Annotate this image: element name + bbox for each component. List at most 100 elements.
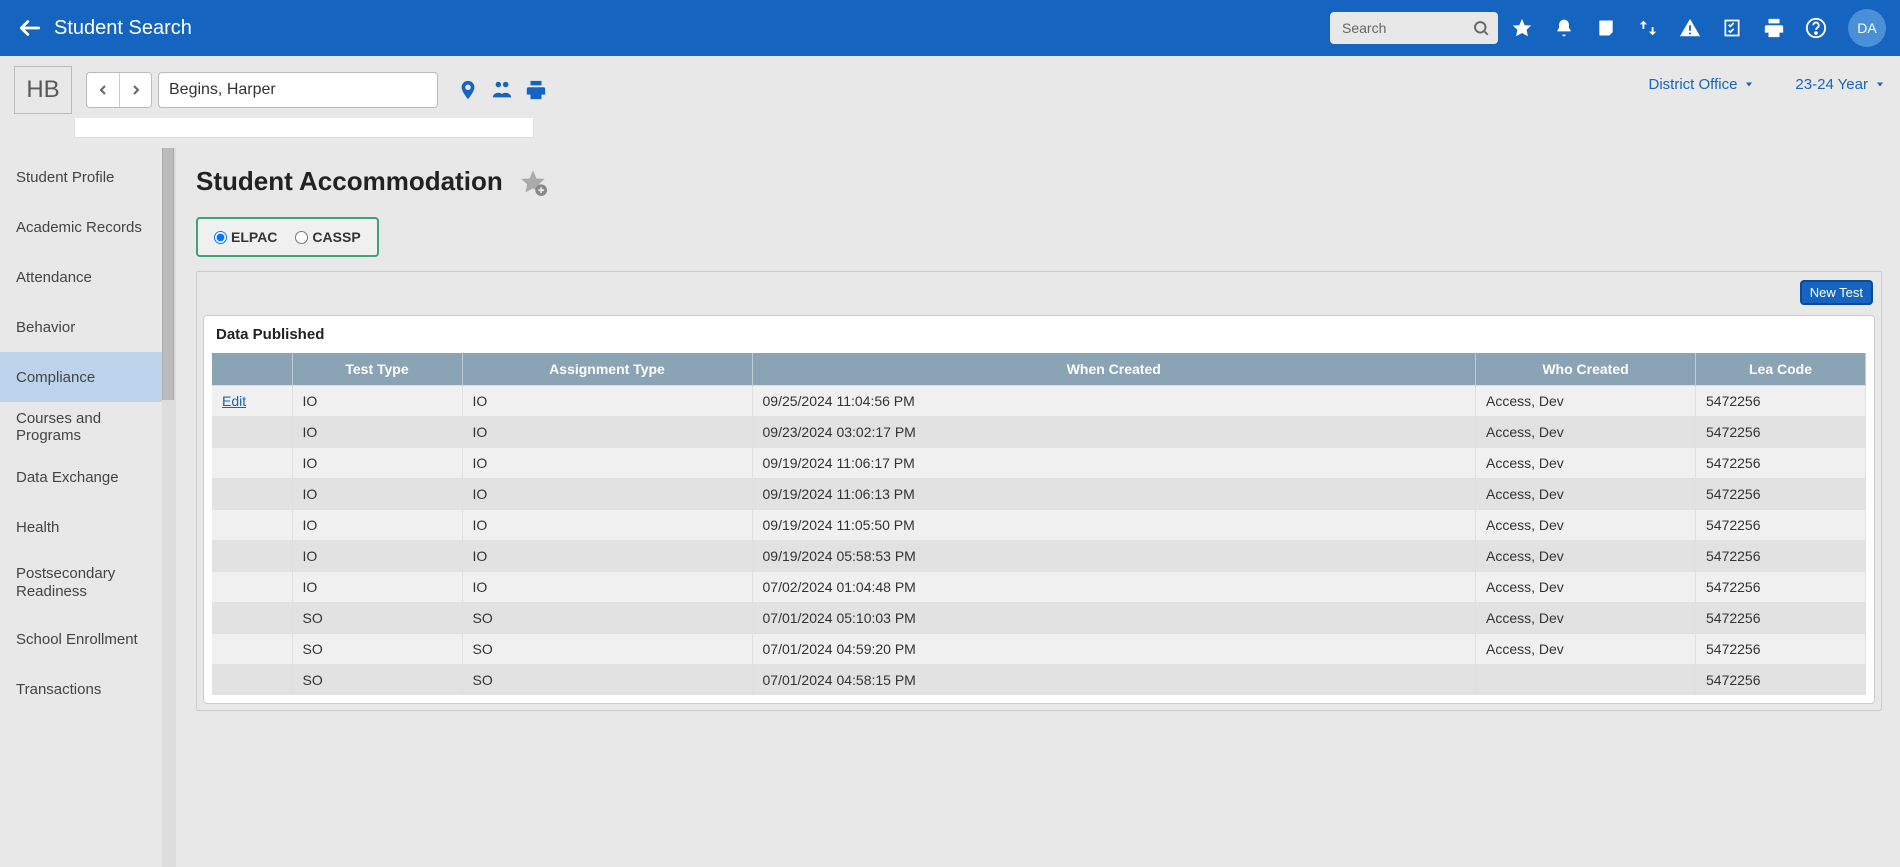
- cell-lea-code: 5472256: [1696, 665, 1866, 696]
- cell-test-type: IO: [292, 479, 462, 510]
- sidebar-item-label: Behavior: [16, 319, 75, 336]
- edit-link[interactable]: Edit: [212, 386, 292, 417]
- year-dropdown[interactable]: 23-24 Year: [1795, 76, 1886, 93]
- edit-link: [212, 541, 292, 572]
- table-row: IOIO09/19/2024 11:06:13 PMAccess, Dev547…: [212, 479, 1866, 510]
- cell-assignment-type: IO: [462, 448, 752, 479]
- exchange-icon: [1637, 17, 1659, 39]
- cell-who-created: Access, Dev: [1476, 510, 1696, 541]
- cell-when-created: 07/01/2024 04:59:20 PM: [752, 634, 1476, 665]
- sidebar-item-health[interactable]: Health▶: [0, 502, 176, 552]
- global-search-button[interactable]: [1470, 17, 1492, 39]
- cell-assignment-type: IO: [462, 572, 752, 603]
- alerts-button[interactable]: [1678, 16, 1702, 40]
- sidebar-item-label: Postsecondary Readiness: [16, 565, 160, 601]
- sidebar-item-academic-records[interactable]: Academic Records▶: [0, 202, 176, 252]
- radio-label: ELPAC: [231, 229, 277, 245]
- print-button[interactable]: [1762, 16, 1786, 40]
- student-dropdown-panel: [74, 118, 534, 138]
- topbar: Student Search DA: [0, 0, 1900, 56]
- cell-assignment-type: SO: [462, 603, 752, 634]
- checklist-button[interactable]: [1720, 16, 1744, 40]
- table-row: SOSO07/01/2024 04:58:15 PM5472256: [212, 665, 1866, 696]
- cell-who-created: Access, Dev: [1476, 386, 1696, 417]
- cell-test-type: IO: [292, 541, 462, 572]
- star-add-icon: [519, 168, 547, 196]
- sidebar-item-compliance[interactable]: Compliance▶: [0, 352, 176, 402]
- cell-who-created: Access, Dev: [1476, 572, 1696, 603]
- column-header[interactable]: [212, 353, 292, 386]
- cell-when-created: 09/19/2024 11:06:17 PM: [752, 448, 1476, 479]
- page-title: Student Accommodation: [196, 166, 503, 197]
- sidebar-item-attendance[interactable]: Attendance▶: [0, 252, 176, 302]
- edit-link: [212, 634, 292, 665]
- student-family-button[interactable]: [490, 78, 514, 102]
- favorite-page-button[interactable]: [519, 168, 547, 196]
- edit-link: [212, 665, 292, 696]
- sidebar-item-label: Data Exchange: [16, 469, 119, 486]
- student-name-input[interactable]: [158, 72, 438, 108]
- column-header[interactable]: Assignment Type: [462, 353, 752, 386]
- radio-input[interactable]: [214, 231, 227, 244]
- map-pin-icon: [457, 79, 479, 101]
- sidebar-item-courses-and-programs[interactable]: Courses and Programs▶: [0, 402, 176, 452]
- cell-lea-code: 5472256: [1696, 634, 1866, 665]
- cell-when-created: 09/25/2024 11:04:56 PM: [752, 386, 1476, 417]
- column-header[interactable]: Who Created: [1476, 353, 1696, 386]
- sidebar-item-label: Student Profile: [16, 169, 114, 186]
- table-row: IOIO07/02/2024 01:04:48 PMAccess, Dev547…: [212, 572, 1866, 603]
- student-initials-chip[interactable]: HB: [14, 66, 72, 114]
- cell-test-type: IO: [292, 510, 462, 541]
- table-row: IOIO09/23/2024 03:02:17 PMAccess, Dev547…: [212, 417, 1866, 448]
- cell-lea-code: 5472256: [1696, 386, 1866, 417]
- user-avatar[interactable]: DA: [1848, 9, 1886, 47]
- sidebar: Student Profile▶Academic Records▶Attenda…: [0, 148, 176, 867]
- cell-who-created: Access, Dev: [1476, 479, 1696, 510]
- table-row: IOIO09/19/2024 11:05:50 PMAccess, Dev547…: [212, 510, 1866, 541]
- sidebar-item-school-enrollment[interactable]: School Enrollment▶: [0, 614, 176, 664]
- printer-icon: [1763, 17, 1785, 39]
- student-location-button[interactable]: [456, 78, 480, 102]
- sidebar-item-postsecondary-readiness[interactable]: Postsecondary Readiness▶: [0, 552, 176, 614]
- district-dropdown[interactable]: District Office: [1649, 76, 1756, 93]
- radio-input[interactable]: [295, 231, 308, 244]
- sidebar-item-student-profile[interactable]: Student Profile▶: [0, 152, 176, 202]
- table-row: SOSO07/01/2024 04:59:20 PMAccess, Dev547…: [212, 634, 1866, 665]
- star-icon: [1511, 17, 1533, 39]
- student-print-button[interactable]: [524, 78, 548, 102]
- notes-button[interactable]: [1594, 16, 1618, 40]
- exchange-button[interactable]: [1636, 16, 1660, 40]
- next-student-button[interactable]: [119, 73, 151, 107]
- cell-lea-code: 5472256: [1696, 541, 1866, 572]
- page-context-title: Student Search: [54, 17, 192, 40]
- note-icon: [1596, 18, 1616, 38]
- notifications-button[interactable]: [1552, 16, 1576, 40]
- help-button[interactable]: [1804, 16, 1828, 40]
- radio-option-elpac[interactable]: ELPAC: [214, 229, 277, 245]
- cell-test-type: IO: [292, 572, 462, 603]
- back-button[interactable]: [14, 12, 46, 44]
- sidebar-item-behavior[interactable]: Behavior▶: [0, 302, 176, 352]
- column-header[interactable]: Test Type: [292, 353, 462, 386]
- cell-test-type: IO: [292, 448, 462, 479]
- column-header[interactable]: Lea Code: [1696, 353, 1866, 386]
- cell-lea-code: 5472256: [1696, 479, 1866, 510]
- sidebar-item-transactions[interactable]: Transactions▶: [0, 664, 176, 714]
- cell-when-created: 07/01/2024 05:10:03 PM: [752, 603, 1476, 634]
- prev-student-button[interactable]: [87, 73, 119, 107]
- cell-who-created: Access, Dev: [1476, 417, 1696, 448]
- chevron-right-icon: [128, 82, 144, 98]
- sidebar-scroll-thumb[interactable]: [162, 148, 174, 400]
- column-header[interactable]: When Created: [752, 353, 1476, 386]
- favorites-button[interactable]: [1510, 16, 1534, 40]
- table-row: SOSO07/01/2024 05:10:03 PMAccess, Dev547…: [212, 603, 1866, 634]
- edit-link: [212, 448, 292, 479]
- help-icon: [1805, 17, 1827, 39]
- cell-who-created: Access, Dev: [1476, 603, 1696, 634]
- sidebar-scrollbar[interactable]: [162, 148, 176, 867]
- cell-lea-code: 5472256: [1696, 572, 1866, 603]
- new-test-button[interactable]: New Test: [1800, 280, 1873, 305]
- radio-option-cassp[interactable]: CASSP: [295, 229, 360, 245]
- sidebar-item-data-exchange[interactable]: Data Exchange▶: [0, 452, 176, 502]
- cell-who-created: [1476, 665, 1696, 696]
